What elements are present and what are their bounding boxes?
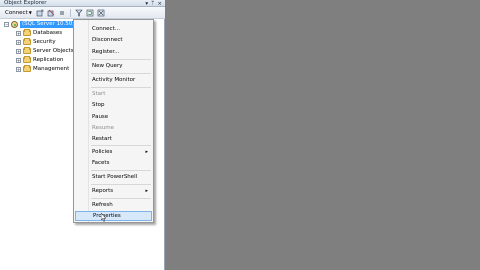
refresh-icon[interactable] [86, 9, 94, 17]
object-explorer-title-bar: Object Explorer ▾ ᛘ × [0, 0, 165, 7]
menu-separator [91, 198, 151, 199]
submenu-arrow-icon: ▸ [145, 188, 148, 194]
menu-item-pause[interactable]: Pause [75, 112, 152, 122]
auto-hide-pin-icon[interactable]: ᛘ [151, 1, 154, 7]
folder-icon [23, 38, 31, 45]
expand-toggle[interactable]: + [16, 39, 21, 45]
menu-item-stop[interactable]: Stop [75, 100, 152, 110]
menu-item-label: Pause [92, 114, 109, 120]
menu-item-disconnect[interactable]: Disconnect [75, 35, 152, 45]
filter-icon[interactable] [75, 9, 83, 17]
tree-node-label: Management [33, 66, 70, 72]
folder-icon [23, 56, 31, 63]
menu-item-label: Resume [92, 125, 115, 131]
menu-item-label: New Query [92, 63, 123, 69]
tree-node-label: Databases [33, 30, 63, 36]
menu-item-label: Policies [92, 149, 113, 155]
menu-separator [91, 170, 151, 171]
menu-item-start-powershell[interactable]: Start PowerShell [75, 172, 152, 182]
submenu-arrow-icon: ▸ [145, 149, 148, 155]
menu-item-policies[interactable]: Policies ▸ [75, 147, 152, 157]
expand-toggle[interactable]: + [16, 48, 21, 54]
menu-item-connect[interactable]: Connect... [75, 24, 152, 34]
folder-icon [23, 65, 31, 72]
menu-item-label: Register... [92, 49, 120, 55]
menu-item-label: Disconnect [92, 37, 123, 43]
menu-item-label: Restart [92, 136, 112, 142]
tree-node-label: Replication [33, 57, 64, 63]
mouse-cursor-icon [101, 213, 107, 222]
expand-toggle[interactable]: + [16, 66, 21, 72]
chevron-down-icon: ▼ [28, 10, 32, 15]
tree-node-security[interactable]: + Security [16, 38, 56, 46]
folder-icon [23, 47, 31, 54]
menu-item-refresh[interactable]: Refresh [75, 200, 152, 210]
menu-separator [91, 87, 151, 88]
tree-node-server-objects[interactable]: + Server Objects [16, 47, 74, 55]
stop-icon[interactable] [58, 9, 66, 17]
server-icon [11, 20, 18, 28]
expand-toggle[interactable]: + [16, 30, 21, 36]
menu-separator [91, 145, 151, 146]
expand-toggle[interactable]: + [16, 57, 21, 63]
tree-node-replication[interactable]: + Replication [16, 56, 63, 64]
menu-item-label: Facets [92, 160, 110, 166]
tree-node-label: Security [33, 39, 56, 45]
tree-node-management[interactable]: + Management [16, 65, 69, 73]
disconnect-icon[interactable] [47, 9, 55, 17]
menu-item-reports[interactable]: Reports ▸ [75, 186, 152, 196]
menu-item-label: Reports [92, 188, 114, 194]
menu-item-new-query[interactable]: New Query [75, 61, 152, 71]
toolbar-separator [69, 8, 71, 17]
menu-item-label: Connect... [92, 26, 120, 32]
menu-separator [91, 73, 151, 74]
collapse-toggle[interactable]: − [4, 21, 9, 27]
menu-item-label: Start [92, 91, 106, 97]
menu-item-resume: Resume [75, 123, 152, 133]
menu-item-restart[interactable]: Restart [75, 134, 152, 144]
menu-item-activity-monitor[interactable]: Activity Monitor [75, 75, 152, 85]
menu-item-label: Activity Monitor [92, 77, 136, 83]
connect-label: Connect [5, 9, 28, 16]
tree-node-databases[interactable]: + Databases [16, 29, 62, 37]
connect-object-explorer-icon[interactable] [36, 9, 44, 17]
server-context-menu: Connect... Disconnect Register... New Qu… [73, 19, 154, 223]
menu-item-label: Stop [92, 102, 105, 108]
object-explorer-toolbar: Connect ▼ [0, 7, 165, 19]
panel-title: Object Explorer [4, 0, 47, 6]
window-position-icon[interactable]: ▾ [145, 1, 148, 7]
menu-item-properties[interactable]: Properties [75, 211, 152, 221]
menu-separator [91, 184, 151, 185]
menu-item-label: Refresh [92, 202, 113, 208]
connect-dropdown-button[interactable]: Connect ▼ [4, 8, 33, 17]
menu-item-register[interactable]: Register... [75, 47, 152, 57]
menu-item-start: Start [75, 89, 152, 99]
summary-icon[interactable] [97, 9, 105, 17]
folder-icon [23, 29, 31, 36]
title-controls: ▾ ᛘ × [145, 0, 162, 7]
menu-item-facets[interactable]: Facets [75, 158, 152, 168]
tree-node-label: Server Objects [33, 48, 74, 54]
menu-item-label: Start PowerShell [92, 174, 138, 180]
menu-separator [91, 59, 151, 60]
close-icon[interactable]: × [157, 1, 162, 7]
